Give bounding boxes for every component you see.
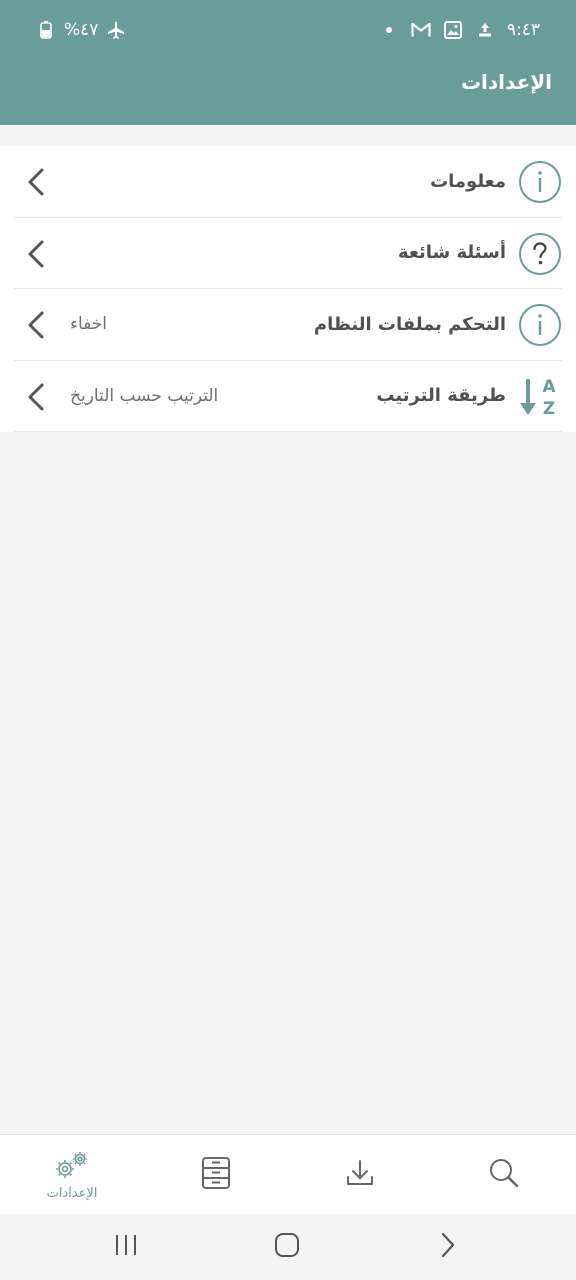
chevron-left-icon (24, 381, 48, 413)
settings-item-sort-method[interactable]: A Z طريقة الترتيب الترتيب حسب التاريخ (14, 361, 562, 432)
settings-item-label: معلومات (430, 170, 506, 192)
nav-downloads-tab[interactable] (310, 1135, 410, 1215)
settings-item-value: الترتيب حسب التاريخ (70, 385, 219, 406)
recent-apps-icon (114, 1234, 138, 1260)
info-icon (518, 160, 562, 204)
chevron-left-icon (24, 309, 48, 341)
battery-icon (36, 20, 56, 40)
info-icon (518, 303, 562, 347)
settings-item-system-files[interactable]: التحكم بملفات النظام اخفاء (14, 289, 562, 361)
file-cabinet-icon (201, 1156, 231, 1194)
settings-list: معلومات أسئلة شائعة التحكم بملفات النظام… (0, 146, 576, 432)
svg-text:A: A (542, 377, 556, 397)
notification-upload-icon (475, 20, 495, 40)
chevron-left-icon (24, 238, 48, 270)
search-icon (488, 1157, 520, 1193)
status-time: ٩:٤٣ (506, 20, 540, 40)
settings-gears-icon (53, 1150, 91, 1184)
settings-item-faq[interactable]: أسئلة شائعة (14, 218, 562, 289)
home-icon (274, 1232, 300, 1262)
nav-settings-tab[interactable]: الإعدادات (22, 1135, 122, 1215)
settings-item-label: أسئلة شائعة (397, 242, 506, 264)
nav-settings-label: الإعدادات (46, 1185, 98, 1201)
gallery-icon (443, 20, 463, 40)
home-button[interactable] (267, 1232, 307, 1262)
system-navigation-bar (0, 1214, 576, 1280)
page-title: الإعدادات (460, 70, 552, 94)
nav-search-tab[interactable] (454, 1135, 554, 1215)
settings-item-info[interactable]: معلومات (14, 146, 562, 218)
nav-files-tab[interactable] (166, 1135, 266, 1215)
status-left-group: %٤٧ (36, 20, 126, 40)
notification-dot-icon (379, 20, 399, 40)
recent-apps-button[interactable] (106, 1232, 146, 1262)
settings-item-label: التحكم بملفات النظام (313, 313, 506, 335)
settings-item-label: طريقة الترتيب (376, 385, 506, 407)
download-icon (345, 1158, 375, 1192)
status-bar: ٩:٤٣ %٤٧ (0, 0, 576, 64)
chevron-left-icon (24, 166, 48, 198)
svg-text:Z: Z (543, 399, 555, 419)
app-top-bar: ٩:٤٣ %٤٧ الإعدادات (0, 0, 576, 125)
battery-percent: %٤٧ (64, 20, 99, 40)
sort-az-icon: A Z (518, 375, 562, 419)
bottom-navigation: الإعدادات (0, 1134, 576, 1214)
status-right-group: ٩:٤٣ (379, 20, 540, 40)
back-chevron-icon (440, 1232, 456, 1262)
airplane-mode-icon (106, 20, 126, 40)
settings-item-value: اخفاء (70, 314, 108, 335)
help-icon (518, 232, 562, 276)
gmail-icon (411, 20, 431, 40)
back-button[interactable] (428, 1232, 468, 1262)
